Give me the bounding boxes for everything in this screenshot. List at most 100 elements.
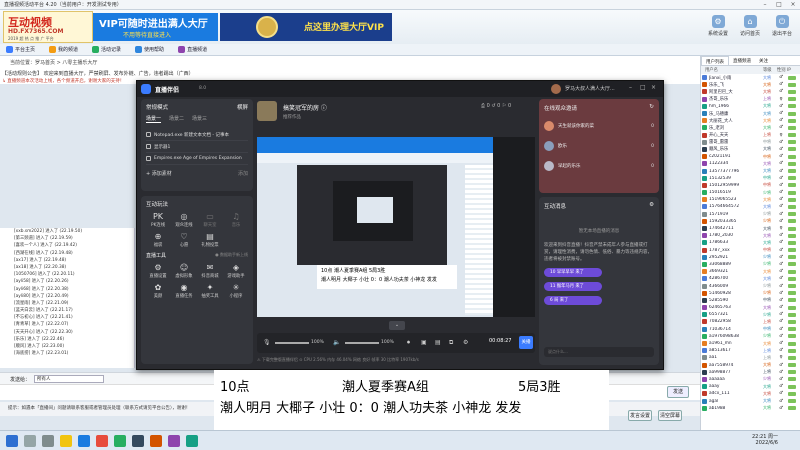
avatar[interactable] (551, 84, 561, 94)
minimize-icon[interactable]: – (758, 1, 772, 8)
screenshot-icon[interactable]: ⧉ (449, 339, 453, 347)
table-row[interactable]: 3669321 大将 ♂ (701, 268, 800, 275)
mic-volume-slider[interactable] (275, 342, 309, 344)
col-rank[interactable]: 等级 (763, 67, 777, 73)
table-row[interactable]: 乐_老刘 大将 ♂ (701, 124, 800, 131)
app-icon[interactable] (168, 434, 180, 447)
search-icon[interactable] (24, 434, 36, 447)
vip-apply-banner[interactable]: 点这里办理大厅VIP (220, 13, 392, 41)
table-row[interactable]: agal 大将 ♂ (701, 397, 800, 404)
user-list[interactable]: Jianxi_小雨 大将 ♂ 乐乐_飞 大将 ♂ 阿里巴巴_大 大将 ♂ 杰哥_乐乐 上将 ♀ hm_1… (701, 74, 800, 412)
tab-follow[interactable]: 关注 (755, 56, 772, 65)
table-row[interactable]: 174642711 大将 ♀ (701, 225, 800, 232)
camera-icon[interactable]: ▣ (421, 339, 427, 346)
table-row[interactable]: 15016519 少将 ♂ (701, 189, 800, 196)
system-clock[interactable]: 22:21 周一 2022/6/6 (752, 433, 778, 446)
table-row[interactable]: adcx_111 大将 ♂ (701, 390, 800, 397)
table-row[interactable]: 33068889 少将 ♂ (701, 261, 800, 268)
tool-button[interactable]: ♫ 音乐 (224, 212, 248, 228)
minimize-icon[interactable]: – (629, 84, 632, 91)
table-row[interactable]: 5285590 中将 ♂ (701, 297, 800, 304)
table-row[interactable]: 1787_xxx 中将 ♂ (701, 247, 800, 254)
table-row[interactable]: 51460928 少将 ♂ (701, 290, 800, 297)
app-icon[interactable] (114, 434, 126, 447)
col-ip[interactable]: IP (787, 68, 791, 73)
tool-button[interactable]: ◈ 游戏助手 (224, 263, 248, 279)
settings-icon[interactable]: ⚙ (649, 202, 654, 210)
tool-button[interactable]: ▤ 礼物投票 (198, 232, 222, 248)
table-row[interactable]: a1976098638 少将 ♂ (701, 333, 800, 340)
table-row[interactable]: 6557321 少将 ♂ (701, 311, 800, 318)
channel-title[interactable]: 搞笑冠军的房 ⓘ (283, 103, 327, 112)
tool-button[interactable]: ✦ 抽奖工具 (198, 283, 222, 299)
nav-home[interactable]: 平台主页 (6, 46, 35, 53)
table-row[interactable]: a1961_mn 大将 ♂ (701, 340, 800, 347)
send-button[interactable]: 发送 (667, 386, 689, 398)
speak-settings-button[interactable]: 发言设置 (628, 410, 652, 421)
channel-thumbnail[interactable] (257, 101, 277, 121)
table-row[interactable]: 71036714 中将 ♂ (701, 326, 800, 333)
table-row[interactable]: 1571919 少将 ♂ (701, 211, 800, 218)
settings-icon[interactable]: ⚙ (463, 339, 468, 346)
tool-button[interactable]: ◉ 直播任务 (172, 283, 196, 299)
platform-logo[interactable]: 互动视频 HD.FX7365.COM 2019 超 热 点 推 广 平台 (3, 11, 93, 43)
tool-button[interactable]: ✿ 美颜 (146, 283, 170, 299)
table-row[interactable]: 开心_天天 上将 ♀ (701, 132, 800, 139)
table-row[interactable]: aa998877 上将 ♂ (701, 369, 800, 376)
table-row[interactable]: 1592033365 少将 ♂ (701, 218, 800, 225)
maximize-icon[interactable]: □ (772, 1, 786, 8)
list-item[interactable]: 天生就该你家的菜 0 (544, 116, 654, 136)
table-row[interactable]: 15764664572 大将 ♂ (701, 203, 800, 210)
table-row[interactable]: 4286700 大将 ♂ (701, 275, 800, 282)
source-item[interactable]: Empires.exe Age of Empires Expansion (146, 153, 248, 165)
tool-button[interactable]: ✳ 小程序 (224, 283, 248, 299)
tool-button[interactable]: ♡ 心愿 (172, 232, 196, 248)
vip-ad-banner[interactable]: VIP可随时进出满人大厅 不用等待直接进入 (93, 13, 218, 41)
add-source-hint[interactable]: 添加 (238, 170, 248, 177)
close-icon[interactable]: × (651, 84, 656, 91)
nav-live[interactable]: 直播频道 (178, 46, 207, 53)
table-row[interactable]: Jianxi_小雨 大将 ♂ (701, 74, 800, 81)
maximize-icon[interactable]: □ (640, 84, 646, 91)
col-username[interactable]: 用户名 (701, 67, 763, 73)
table-row[interactable]: a8513617 上将 ♂ (701, 347, 800, 354)
send-target-select[interactable]: 所有人 (34, 375, 104, 383)
table-row[interactable]: 1519065523 大将 ♂ (701, 196, 800, 203)
record-icon[interactable]: ⏺ (407, 339, 410, 347)
message-input[interactable]: 说点什么... (544, 347, 654, 357)
table-row[interactable]: 4366009 少将 ♂ (701, 282, 800, 289)
system-settings-button[interactable]: ⚙ 系统设置 (704, 15, 732, 37)
table-row[interactable]: 杰哥_乐乐 上将 ♀ (701, 96, 800, 103)
table-row[interactable]: 15012959999 中将 ♂ (701, 182, 800, 189)
list-item[interactable]: 早起的乐乐 0 (544, 156, 654, 176)
table-row[interactable]: ab1988 大将 ♂ (701, 405, 800, 412)
system-volume-slider[interactable] (345, 342, 379, 344)
table-row[interactable]: hm_1966 大将 ♂ (701, 103, 800, 110)
folder-icon[interactable] (60, 434, 72, 447)
douyin-icon[interactable] (132, 434, 144, 447)
table-row[interactable]: aaay 大将 ♂ (701, 383, 800, 390)
tab-live-channel[interactable]: 直播频道 (729, 56, 755, 65)
tab-scene-2[interactable]: 场景二 (169, 115, 184, 123)
start-icon[interactable] (6, 434, 18, 447)
table-row[interactable]: c2021191 中将 ♂ (701, 153, 800, 160)
task-view-icon[interactable] (42, 434, 54, 447)
list-item[interactable]: 欧乐 0 (544, 136, 654, 156)
table-row[interactable]: 1122334 大将 ♂ (701, 160, 800, 167)
table-row[interactable]: 乐_马德康 大将 ♂ (701, 110, 800, 117)
table-row[interactable]: aa1 上将 ♀ (701, 354, 800, 361)
nav-activity[interactable]: 活动记录 (92, 46, 121, 53)
add-source-button[interactable]: + 添加素材 (146, 170, 172, 177)
table-row[interactable]: aa7558974 大将 ♂ (701, 362, 800, 369)
speaker-icon[interactable]: 🔈 (333, 339, 340, 346)
table-row[interactable]: 阿里巴巴_大 大将 ♂ (701, 88, 800, 95)
table-row[interactable]: 顺风_乐乐 大将 ♂ (701, 146, 800, 153)
table-row[interactable]: 2952921 少将 ♂ (701, 254, 800, 261)
clear-screen-button[interactable]: 清空屏幕 (658, 410, 682, 421)
tool-button[interactable]: ⚙ 直播设置 (146, 263, 170, 279)
app-icon[interactable] (96, 434, 108, 447)
tab-scene-3[interactable]: 场景三 (192, 115, 207, 123)
channel-subtitle[interactable]: 推荐作品 (283, 114, 301, 120)
scene-mode-title[interactable]: 常规模式 (146, 103, 168, 111)
tab-scene-1[interactable]: 场景一 (146, 115, 162, 123)
